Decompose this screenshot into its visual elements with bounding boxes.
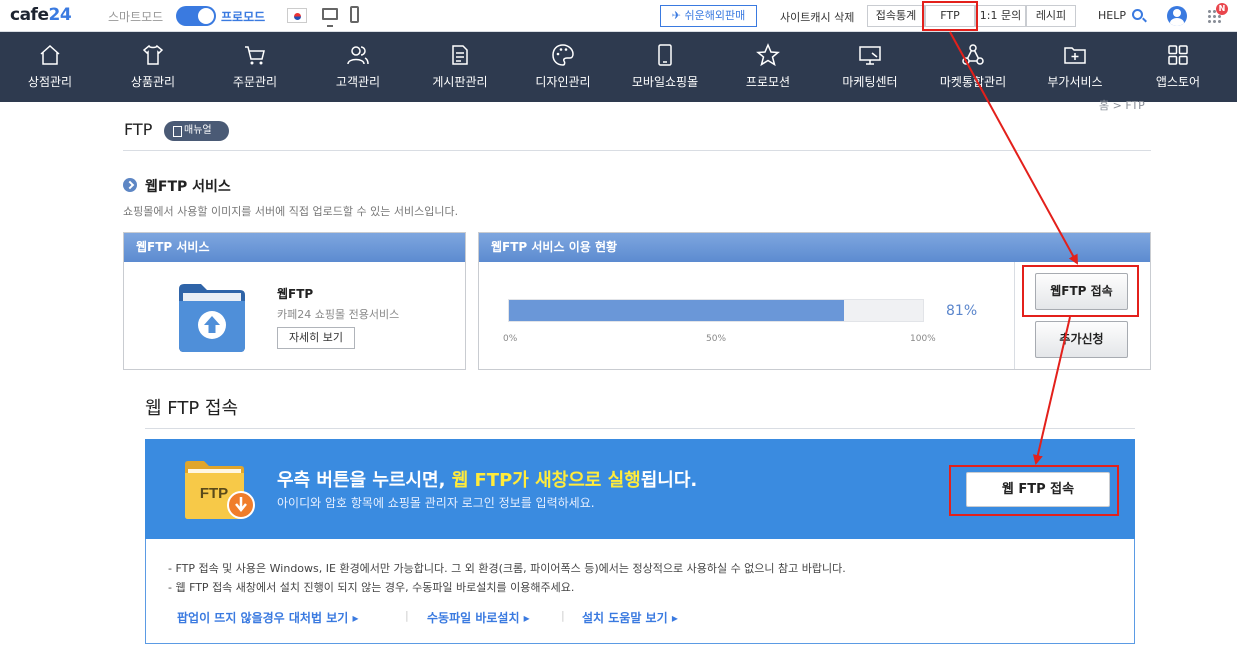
arrow-to-web-ftp-connect (1032, 316, 1071, 465)
arrow-to-webftp-connect (949, 31, 1078, 265)
annotation-arrows (949, 31, 1078, 465)
